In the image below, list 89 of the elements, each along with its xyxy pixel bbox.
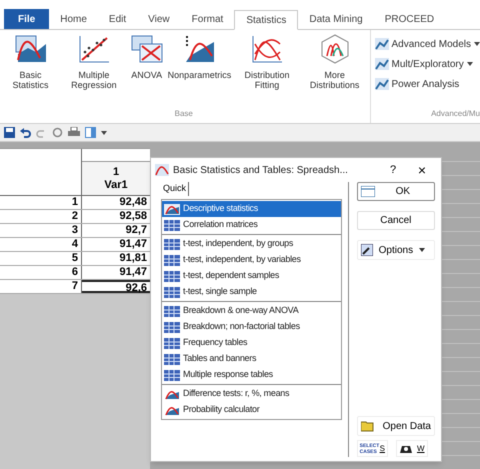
menu-tab[interactable]: Statistics xyxy=(234,10,298,30)
undo-icon[interactable] xyxy=(20,127,31,138)
grid-icon xyxy=(164,306,180,316)
grid-icon xyxy=(164,254,180,266)
scatter-plot-icon xyxy=(76,34,111,64)
list-item[interactable]: t-test, single sample xyxy=(162,284,341,300)
ribbon-button[interactable]: Distribution Fitting xyxy=(234,34,300,90)
list-item[interactable]: Breakdown & one-way ANOVA xyxy=(162,303,341,319)
menu-tab[interactable]: Edit xyxy=(98,9,138,29)
row-number: 5 xyxy=(0,252,82,265)
refresh-icon[interactable] xyxy=(52,127,63,138)
list-item[interactable]: Descriptive statistics xyxy=(162,201,341,217)
ribbon-button[interactable]: ANOVA xyxy=(128,34,165,80)
table-cell[interactable]: 91,47 xyxy=(82,238,150,251)
help-button[interactable]: ? xyxy=(383,162,403,178)
list-item[interactable]: Breakdown; non-factorial tables xyxy=(162,319,341,335)
dialog-title: Basic Statistics and Tables: Spreadsh... xyxy=(173,164,348,178)
list-item[interactable]: t-test, independent, by variables xyxy=(162,252,341,268)
grid-icon xyxy=(164,238,180,250)
chart-icon xyxy=(164,388,180,400)
list-item[interactable]: Difference tests: r, %, means xyxy=(162,386,341,402)
weight-button[interactable]: W xyxy=(396,440,428,457)
menu-tab[interactable]: Home xyxy=(49,9,98,29)
print-icon[interactable] xyxy=(68,127,80,138)
chart-icon xyxy=(14,34,48,64)
group-label: Base xyxy=(174,108,193,120)
grid-icon xyxy=(164,370,180,380)
row-number: 7 xyxy=(0,280,82,293)
chart-icon xyxy=(164,204,180,214)
chart-icon xyxy=(155,164,169,176)
weight-icon xyxy=(398,443,413,454)
curves-icon xyxy=(250,34,284,64)
menu-tab[interactable]: View xyxy=(137,9,181,29)
table-cell[interactable]: 91,47 xyxy=(82,266,150,279)
list-item[interactable]: Correlation matrices xyxy=(162,217,341,233)
table-icon xyxy=(130,34,164,64)
row-number: 6 xyxy=(0,266,82,279)
ribbon-button[interactable]: Basic Statistics xyxy=(2,34,60,90)
ribbon-menu-button[interactable]: Advanced Models xyxy=(374,34,480,54)
row-number: 1 xyxy=(0,196,82,209)
group-label: Advanced/Mu xyxy=(431,108,480,120)
list-item[interactable]: t-test, dependent samples xyxy=(162,268,341,284)
table-cell[interactable]: 92,7 xyxy=(82,224,150,237)
ribbon-button[interactable]: More Distributions xyxy=(302,34,368,90)
tools-icon xyxy=(360,244,373,256)
save-icon[interactable] xyxy=(4,127,15,138)
ribbon-menu-button[interactable]: Mult/Exploratory xyxy=(374,54,480,74)
grid-icon xyxy=(164,338,180,348)
row-number: 4 xyxy=(0,238,82,251)
row-number: 3 xyxy=(0,224,82,237)
list-item[interactable]: Multiple response tables xyxy=(162,367,341,383)
caret-icon xyxy=(474,42,480,46)
chart-icon xyxy=(164,404,180,416)
grid-icon xyxy=(164,286,180,298)
ok-button[interactable]: OK xyxy=(356,182,435,201)
row-number: 2 xyxy=(0,210,82,223)
caret-icon xyxy=(466,62,473,66)
menu-tab[interactable]: Data Mining xyxy=(298,9,374,29)
ribbon-menu-button[interactable]: Power Analysis xyxy=(374,74,480,94)
close-button[interactable]: × xyxy=(407,163,437,177)
folder-icon xyxy=(360,420,375,432)
caret-icon[interactable] xyxy=(101,130,107,134)
chart-icon xyxy=(374,38,388,50)
grid-icon xyxy=(164,354,180,364)
chart-icon xyxy=(374,58,388,70)
file-tab[interactable]: File xyxy=(4,9,50,29)
caret-icon xyxy=(419,248,426,252)
chart-icon xyxy=(374,78,388,90)
quick-tab[interactable]: Quick xyxy=(161,182,190,196)
ribbon-button[interactable]: Multiple Regression xyxy=(61,34,127,90)
list-item[interactable]: t-test, independent, by groups xyxy=(162,236,341,252)
ribbon-button[interactable]: Nonparametrics xyxy=(166,34,232,80)
table-cell[interactable]: 92,48 xyxy=(82,196,150,209)
list-item[interactable]: Frequency tables xyxy=(162,335,341,351)
list-item[interactable]: Tables and banners xyxy=(162,351,341,367)
cancel-button[interactable]: Cancel xyxy=(356,211,435,230)
list-item[interactable]: Probability calculator xyxy=(162,402,341,418)
table-cell[interactable]: 92,58 xyxy=(82,210,150,223)
open-data-button[interactable]: Open Data xyxy=(356,416,435,436)
layout-icon[interactable] xyxy=(85,127,96,138)
menu-tab[interactable]: PROCEED xyxy=(374,9,446,29)
options-button[interactable]: Options xyxy=(356,240,435,260)
menu-tab[interactable]: Format xyxy=(180,9,234,29)
table-cell[interactable]: 91,81 xyxy=(82,252,150,265)
table-icon xyxy=(360,186,375,197)
column-header[interactable]: 1 Var1 xyxy=(82,161,150,195)
grid-icon xyxy=(164,322,180,332)
grid-icon xyxy=(164,270,180,282)
grid-icon xyxy=(164,220,180,230)
